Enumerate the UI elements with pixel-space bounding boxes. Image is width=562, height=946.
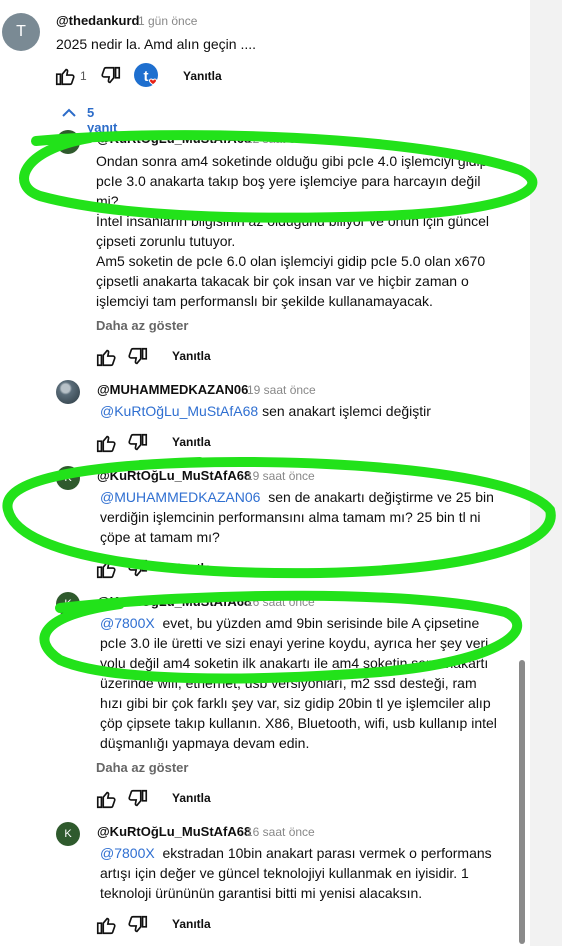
reply-author[interactable]: @KuRtOğLu_MuStAfA68 xyxy=(97,594,251,609)
comment-author[interactable]: @thedankurd xyxy=(56,13,139,28)
avatar[interactable]: K xyxy=(56,466,80,490)
scrollbar[interactable] xyxy=(519,660,525,944)
reply-author[interactable]: @KuRtOğLu_MuStAfA68 xyxy=(97,468,251,483)
dislike-icon[interactable] xyxy=(127,788,149,810)
like-icon[interactable] xyxy=(95,346,117,368)
reply-body: ekstradan 10bin anakart parası vermek o … xyxy=(100,845,492,901)
reply-button[interactable]: Yanıtla xyxy=(172,561,211,575)
like-icon[interactable] xyxy=(95,558,117,580)
reply-button[interactable]: Yanıtla xyxy=(172,917,211,931)
show-less-button[interactable]: Daha az göster xyxy=(96,318,188,333)
avatar[interactable]: K xyxy=(56,822,80,846)
chevron-up-icon xyxy=(62,108,76,117)
dislike-icon[interactable] xyxy=(127,346,149,368)
reply-button[interactable]: Yanıtla xyxy=(172,349,211,363)
show-less-button[interactable]: Daha az göster xyxy=(96,760,188,775)
comment-time: 1 gün önce xyxy=(138,14,198,28)
avatar[interactable] xyxy=(56,380,80,404)
reply-text: @MUHAMMEDKAZAN06 sen de anakartı değişti… xyxy=(100,487,505,547)
svg-text:t: t xyxy=(144,68,149,85)
avatar-letter: T xyxy=(16,23,26,40)
dislike-icon[interactable] xyxy=(127,558,149,580)
like-icon[interactable] xyxy=(95,788,117,810)
avatar[interactable]: K xyxy=(56,130,80,154)
mention-link[interactable]: @7800X xyxy=(100,845,155,861)
dislike-icon[interactable] xyxy=(127,914,149,936)
reply-time: 16 saat önce xyxy=(246,595,315,609)
mention-link[interactable]: @KuRtOğLu_MuStAfA68 xyxy=(100,403,258,419)
like-icon[interactable] xyxy=(95,914,117,936)
reply-text: @7800X ekstradan 10bin anakart parası ve… xyxy=(100,843,500,903)
like-icon[interactable] xyxy=(95,432,117,454)
reply-author[interactable]: @KuRtOğLu_MuStAfA68 xyxy=(97,131,251,146)
avatar-letter: K xyxy=(64,472,72,484)
reply-button[interactable]: Yanıtla xyxy=(172,791,211,805)
mention-link[interactable]: @MUHAMMEDKAZAN06 xyxy=(100,489,260,505)
like-count: 1 xyxy=(80,69,87,83)
reply-author[interactable]: @MUHAMMEDKAZAN06 xyxy=(97,382,248,397)
avatar[interactable]: T xyxy=(2,13,40,51)
reply-time: 19 saat önce xyxy=(247,383,316,397)
reply-button[interactable]: Yanıtla xyxy=(172,435,211,449)
comment-text: 2025 nedir la. Amd alın geçin .... xyxy=(56,36,257,52)
avatar-letter: K xyxy=(64,828,72,840)
reply-text: Ondan sonra am4 soketinde olduğu gibi pc… xyxy=(96,153,490,309)
mention-link[interactable]: @7800X xyxy=(100,615,155,631)
avatar-letter: K xyxy=(64,598,72,610)
reply-time: 19 saat önce xyxy=(246,469,315,483)
reply-author[interactable]: @KuRtOğLu_MuStAfA68 xyxy=(97,824,251,839)
reply-body: evet, bu yüzden amd 9bin serisinde bile … xyxy=(100,615,497,751)
dislike-icon[interactable] xyxy=(100,65,122,87)
avatar-letter: K xyxy=(64,136,72,148)
reply-time: 16 saat önce xyxy=(246,825,315,839)
reply-button[interactable]: Yanıtla xyxy=(183,69,222,83)
reply-text: @7800X evet, bu yüzden amd 9bin serisind… xyxy=(100,613,500,753)
creator-heart-badge: t xyxy=(134,63,160,89)
reply-time: 22 saat önce xyxy=(246,132,315,146)
like-icon[interactable] xyxy=(54,65,76,87)
avatar[interactable]: K xyxy=(56,592,80,616)
dislike-icon[interactable] xyxy=(127,432,149,454)
reply-body: sen anakart işlemci değiştir xyxy=(262,403,431,419)
reply-text: @KuRtOğLu_MuStAfA68 sen anakart işlemci … xyxy=(100,401,510,421)
right-edge-panel xyxy=(530,0,562,946)
